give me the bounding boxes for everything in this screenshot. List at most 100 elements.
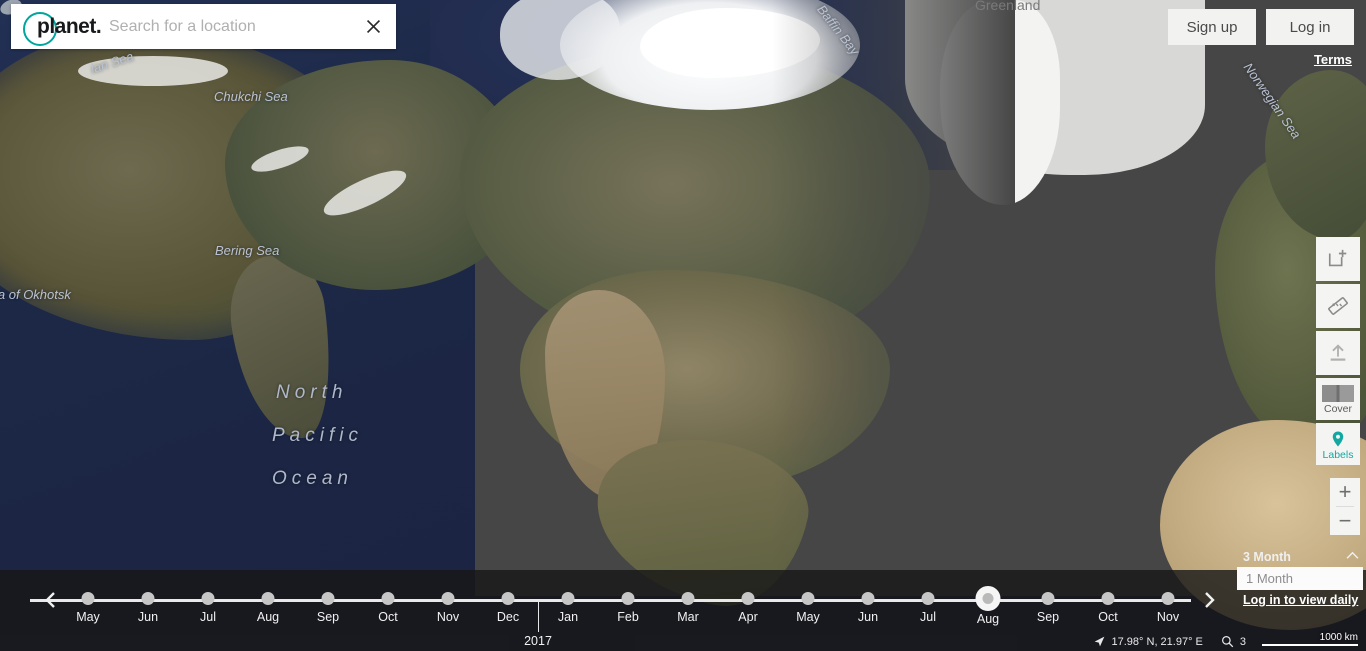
timeline-tick-dot [141, 592, 155, 605]
upload-icon [1330, 344, 1346, 361]
timeline-tick-label: Mar [677, 610, 699, 624]
timeline-tick-dot [1041, 592, 1055, 605]
timeline-tick[interactable]: Feb [617, 588, 639, 624]
timeline-tick[interactable]: Jul [920, 588, 936, 624]
terms-link[interactable]: Terms [1314, 52, 1352, 67]
timeline-tick-dot [975, 586, 1001, 611]
timeline-tick-label: Apr [738, 610, 758, 624]
timeline-tick-dot [861, 592, 875, 605]
timeline-tick-label: Jul [920, 610, 936, 624]
scale-bar: 1000 km [1262, 632, 1358, 646]
timeline-tick-label: Sep [1036, 610, 1060, 624]
map-snow-patch [78, 56, 228, 86]
search-clear-button[interactable] [350, 4, 396, 49]
status-items: 17.98° N, 21.97° E 3 [1093, 635, 1246, 648]
timeline-tick-dot [501, 592, 515, 605]
timeline-tick-dot [621, 592, 635, 605]
chevron-left-icon [45, 592, 55, 608]
timeline-tick-dot [741, 592, 755, 605]
timeline-tick-label: Oct [1098, 610, 1118, 624]
timeline-tick-label: Aug [976, 612, 1000, 626]
login-to-view-daily-link[interactable]: Log in to view daily [1237, 590, 1363, 607]
map-nodata-gradient [475, 0, 1015, 596]
timeline-tick-label: May [76, 610, 100, 624]
timeline-tick-dot [81, 592, 95, 605]
scale-bar-line [1262, 644, 1358, 646]
timeline-tick-label: Aug [256, 610, 280, 624]
interval-option-3month[interactable]: 3 Month [1237, 547, 1363, 567]
timeline-tick[interactable]: Apr [738, 588, 758, 624]
timeline-tick-label: Jun [137, 610, 159, 624]
map-canvas[interactable]: Chukchi Sea Bering Sea Sea of Okhotsk ia… [0, 0, 1366, 651]
timeline-tick[interactable]: Jun [138, 588, 158, 624]
labels-layer-button[interactable]: Labels [1316, 423, 1360, 465]
timeline-tick[interactable]: Nov [437, 588, 459, 624]
timeline-tick[interactable]: Dec [497, 588, 519, 624]
timeline-tick[interactable]: Aug [257, 588, 279, 624]
timeline-tick-dot [921, 592, 935, 605]
timeline-tick-label: Sep [316, 610, 340, 624]
timeline-tick[interactable]: Nov [1157, 588, 1179, 624]
magnifier-icon [1221, 636, 1234, 648]
timeline-tick-label: Dec [496, 610, 520, 624]
timeline-tick[interactable]: May [76, 588, 100, 624]
add-area-button[interactable] [1316, 237, 1360, 281]
timeline-tick[interactable]: Mar [677, 588, 699, 624]
close-icon [366, 19, 380, 34]
scale-bar-label: 1000 km [1319, 632, 1358, 643]
zoom-out-button[interactable]: − [1330, 507, 1360, 535]
timeline-tick[interactable]: Jun [858, 588, 878, 624]
auth-buttons: Sign up Log in [1168, 9, 1354, 45]
cover-thumbnail-icon [1322, 385, 1354, 402]
zoom-in-button[interactable]: + [1330, 478, 1360, 506]
planet-logo-mark: planet. [23, 10, 102, 46]
timeline-tick-label: Nov [1156, 610, 1180, 624]
interval-option-3month-label: 3 Month [1243, 550, 1291, 564]
timeline-tick-dot [381, 592, 395, 605]
timeline-tick[interactable]: Sep [317, 588, 339, 624]
log-in-button[interactable]: Log in [1266, 9, 1354, 45]
timeline-tick[interactable]: Jan [558, 588, 578, 624]
timeline-tick-dot [261, 592, 275, 605]
interval-selected-value[interactable]: 1 Month [1237, 567, 1363, 590]
sign-up-button[interactable]: Sign up [1168, 9, 1256, 45]
chevron-right-icon [1205, 592, 1215, 608]
interval-selector[interactable]: 3 Month 1 Month Log in to view daily [1237, 547, 1363, 607]
planet-logo-text: planet. [37, 14, 102, 38]
timeline-tick[interactable]: Oct [1098, 588, 1118, 624]
timeline-tick-label: Nov [436, 610, 460, 624]
timeline-tick[interactable]: Sep [1037, 588, 1059, 624]
map-toolbar: Cover Labels [1316, 237, 1360, 465]
timeline-tick[interactable]: May [796, 588, 820, 624]
timeline-tick[interactable]: Aug [975, 586, 1001, 626]
labels-layer-label: Labels [1322, 448, 1354, 461]
timeline-tick-dot [681, 592, 695, 605]
timeline-tick-label: Jun [857, 610, 879, 624]
chevron-up-icon [1346, 551, 1359, 559]
timeline-prev-button[interactable] [42, 590, 60, 610]
measure-button[interactable] [1316, 284, 1360, 328]
timeline-tick-dot [201, 592, 215, 605]
timeline-track[interactable]: May Jun Jul Aug Sep Oct Nov Dec Jan Feb Mar Apr May J… [0, 586, 1366, 648]
timeline-tick-dot [1101, 592, 1115, 605]
coordinates-readout: 17.98° N, 21.97° E [1093, 635, 1203, 648]
planet-logo[interactable]: planet. [11, 4, 102, 49]
search-input[interactable] [99, 17, 350, 36]
timeline-tick[interactable]: Oct [378, 588, 398, 624]
coordinates-text: 17.98° N, 21.97° E [1111, 635, 1203, 648]
timeline-tick[interactable]: Jul [200, 588, 216, 624]
timeline-tick-dot [1161, 592, 1175, 605]
location-arrow-icon [1094, 636, 1104, 647]
timeline-tick-dot [441, 592, 455, 605]
search-bar[interactable]: planet. [11, 4, 396, 49]
timeline-tick-label: Jan [557, 610, 579, 624]
timeline-tick-label: Jul [200, 610, 216, 624]
timeline-next-button[interactable] [1200, 590, 1218, 610]
upload-button[interactable] [1316, 331, 1360, 375]
timeline-tick-dot [801, 592, 815, 605]
zoom-level-text: 3 [1239, 635, 1246, 648]
timeline-tick-label: Oct [378, 610, 398, 624]
timeline-tick-label: May [796, 610, 820, 624]
cover-layer-button[interactable]: Cover [1316, 378, 1360, 420]
timeline-tick-label: Feb [617, 610, 639, 624]
